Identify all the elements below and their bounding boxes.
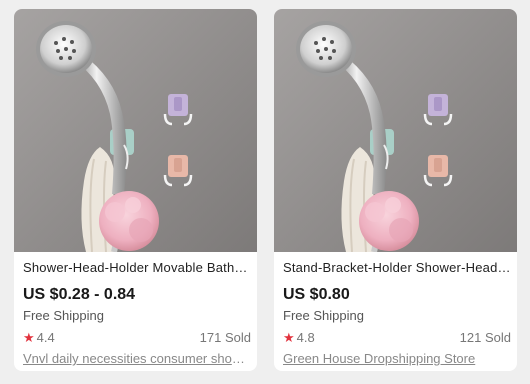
- shipping-label: Free Shipping: [23, 308, 104, 323]
- product-price: US $0.80: [283, 286, 350, 303]
- shipping-label: Free Shipping: [283, 308, 364, 323]
- store-link[interactable]: Green House Dropshipping Store: [283, 350, 511, 367]
- rating-row: ★ 4.4 171 Sold: [23, 330, 251, 346]
- rating-value: 4.8: [296, 330, 315, 345]
- product-card[interactable]: Shower-Head-Holder Movable Bathroom Hold…: [14, 9, 257, 371]
- shower-head-holder-photo-icon: [14, 9, 257, 252]
- product-info: Shower-Head-Holder Movable Bathroom Hold…: [23, 259, 251, 367]
- rating-value: 4.4: [36, 330, 55, 345]
- product-info: Stand-Bracket-Holder Shower-Head Holder …: [283, 259, 511, 367]
- product-title[interactable]: Stand-Bracket-Holder Shower-Head Holder: [283, 259, 511, 277]
- star-icon: ★: [283, 330, 295, 345]
- star-icon: ★: [23, 330, 35, 345]
- shower-head-holder-photo-icon: [274, 9, 517, 252]
- sold-count: 171 Sold: [199, 330, 251, 345]
- product-image[interactable]: [274, 9, 517, 252]
- product-card[interactable]: Stand-Bracket-Holder Shower-Head Holder …: [274, 9, 517, 371]
- product-image[interactable]: [14, 9, 257, 252]
- sold-count: 121 Sold: [459, 330, 511, 345]
- product-price: US $0.28 - 0.84: [23, 286, 136, 303]
- rating-row: ★ 4.8 121 Sold: [283, 330, 511, 346]
- store-link[interactable]: Vnvl daily necessities consumer shop Sto…: [23, 350, 251, 367]
- product-title[interactable]: Shower-Head-Holder Movable Bathroom Hold…: [23, 259, 251, 277]
